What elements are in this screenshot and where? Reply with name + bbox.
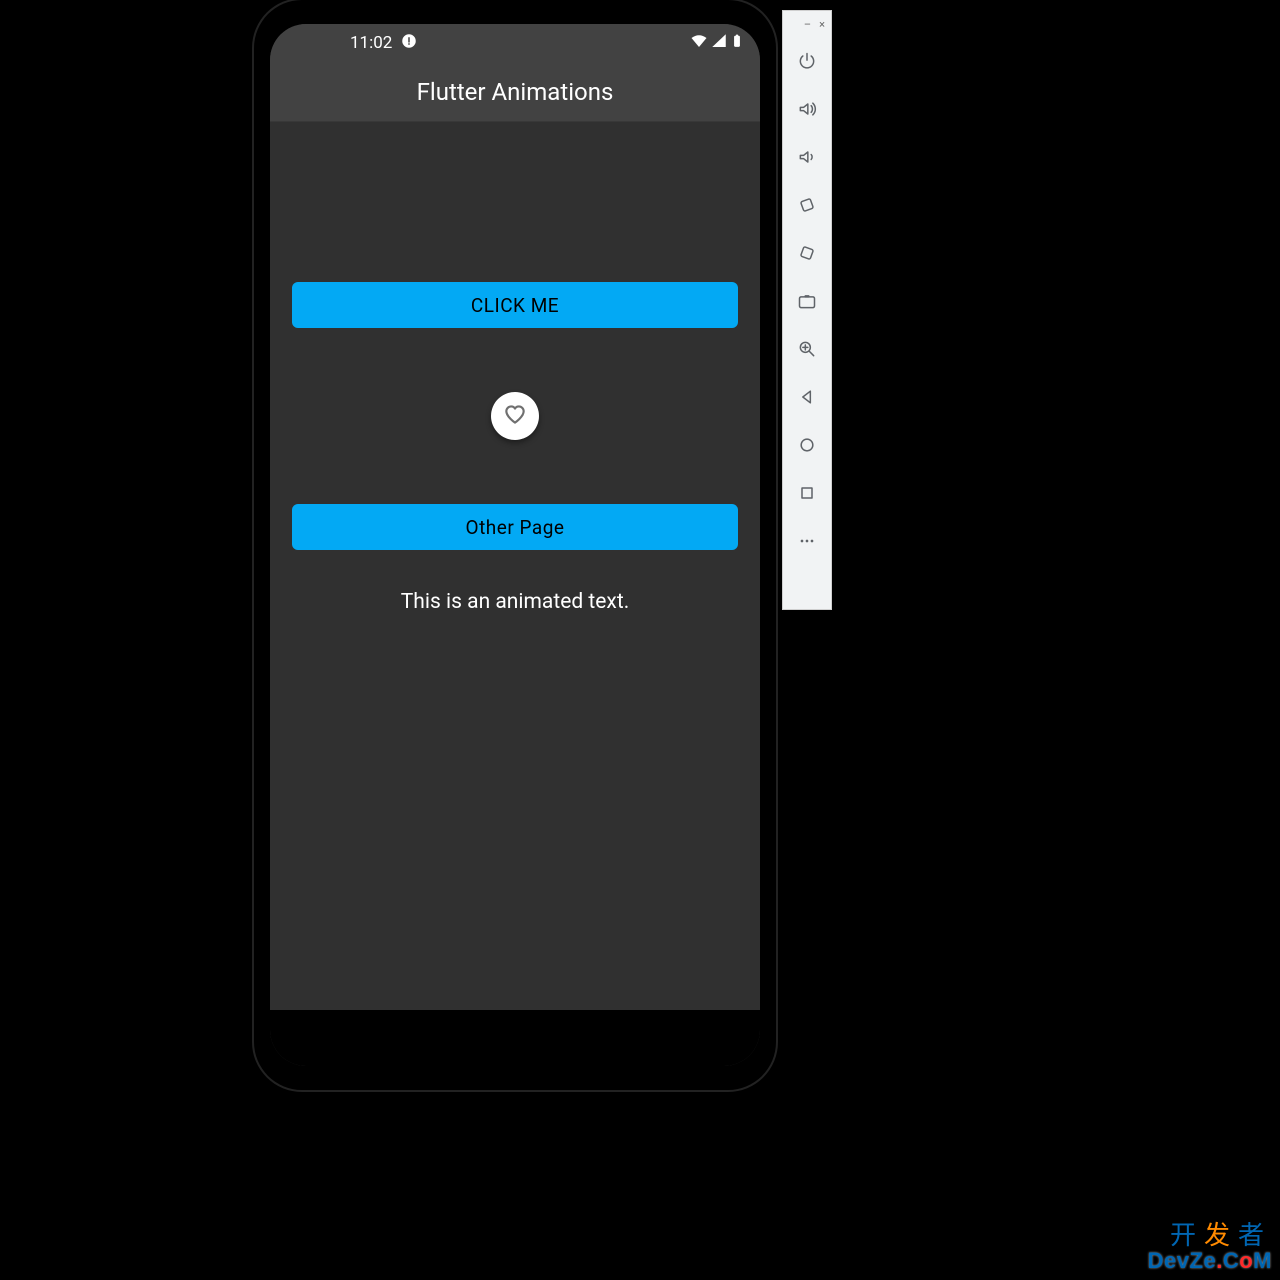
watermark-cn-3: 者 — [1238, 1220, 1272, 1250]
click-me-button-label: CLICK ME — [471, 294, 559, 317]
zoom-icon — [797, 339, 817, 363]
volume-down-icon — [797, 147, 817, 171]
click-me-button[interactable]: CLICK ME — [292, 282, 738, 328]
watermark-domain-c: C — [1223, 1248, 1239, 1273]
rotate-left-button[interactable] — [787, 183, 827, 231]
heart-fab-button[interactable] — [491, 392, 539, 440]
nav-back-button[interactable] — [787, 375, 827, 423]
nav-overview-button[interactable] — [787, 471, 827, 519]
emulator-window-controls: – × — [783, 17, 831, 31]
signal-icon — [710, 32, 728, 55]
watermark-cn-2: 发 — [1204, 1220, 1238, 1250]
status-time: 11:02 — [350, 33, 392, 53]
other-page-button[interactable]: Other Page — [292, 504, 738, 550]
status-bar: 11:02 — [270, 24, 760, 62]
watermark-domain-dot: . — [1216, 1248, 1223, 1273]
watermark-domain-prefix: DevZe — [1148, 1248, 1217, 1273]
watermark-domain-o: o — [1239, 1248, 1253, 1273]
emulator-side-toolbar: – × — [782, 10, 832, 610]
watermark: 开发者 DevZe.CoM — [1148, 1222, 1272, 1272]
emulator-device-frame: 11:02 — [254, 0, 776, 1090]
window-minimize-button[interactable]: – — [804, 18, 811, 31]
app-body: CLICK ME Other Page This is an animated … — [270, 122, 760, 1010]
watermark-domain-m: M — [1253, 1248, 1272, 1273]
rotate-right-button[interactable] — [787, 231, 827, 279]
volume-up-button[interactable] — [787, 87, 827, 135]
debug-icon — [400, 32, 418, 55]
nav-home-button[interactable] — [787, 423, 827, 471]
app-bar: Flutter Animations — [270, 62, 760, 122]
battery-icon — [730, 32, 744, 55]
watermark-cn-1: 开 — [1170, 1220, 1204, 1250]
power-icon — [797, 51, 817, 75]
overview-icon — [797, 483, 817, 507]
rotate-left-icon — [797, 195, 817, 219]
more-icon — [797, 531, 817, 555]
camera-icon — [797, 291, 817, 315]
screenshot-button[interactable] — [787, 279, 827, 327]
rotate-right-icon — [797, 243, 817, 267]
more-options-button[interactable] — [787, 519, 827, 567]
phone-screen: 11:02 — [270, 24, 760, 1066]
other-page-button-label: Other Page — [466, 516, 565, 539]
animated-text: This is an animated text. — [401, 590, 630, 614]
android-nav-bar — [270, 1010, 760, 1066]
home-icon — [797, 435, 817, 459]
volume-down-button[interactable] — [787, 135, 827, 183]
wifi-icon — [690, 32, 708, 55]
power-button[interactable] — [787, 39, 827, 87]
window-close-button[interactable]: × — [819, 18, 825, 31]
heart-icon — [502, 401, 528, 431]
app-bar-title: Flutter Animations — [417, 78, 614, 106]
zoom-button[interactable] — [787, 327, 827, 375]
volume-up-icon — [797, 99, 817, 123]
back-icon — [797, 387, 817, 411]
